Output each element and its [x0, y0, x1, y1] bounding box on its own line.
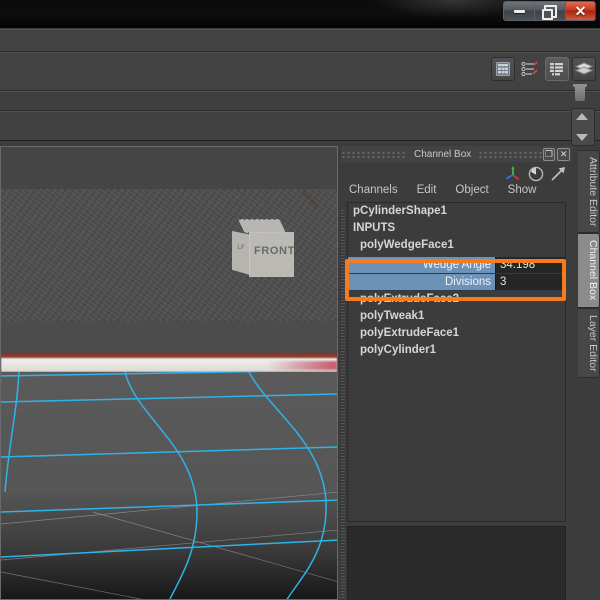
channel-box-lower-area[interactable]	[347, 526, 566, 600]
view-cube-top-face[interactable]	[238, 219, 286, 233]
window-title-bar: ✕	[0, 0, 600, 28]
attribute-editor-icon	[496, 62, 510, 76]
restore-icon	[541, 4, 557, 20]
tab-attribute-editor[interactable]: Attribute Editor	[578, 150, 600, 234]
gauge-icon[interactable]	[528, 166, 544, 182]
axis-gizmo-icon[interactable]	[505, 166, 522, 182]
tool-settings-icon	[521, 61, 538, 77]
channel-box-panel: Channel Box ❐ ✕ Channels Edit Object Sho…	[341, 146, 572, 600]
viewport-top-band	[1, 147, 337, 189]
menu-object[interactable]: Object	[455, 184, 488, 196]
shelf-tab-bar	[0, 91, 600, 111]
layer-editor-toggle[interactable]	[572, 57, 596, 81]
trash-icon[interactable]	[572, 84, 588, 102]
panel-left-scroll-grip[interactable]	[341, 210, 345, 600]
panel-drag-grip-right[interactable]	[478, 150, 543, 158]
close-icon: ✕	[574, 3, 587, 19]
scroll-up-icon[interactable]	[576, 113, 588, 120]
input-node-polycylinder1[interactable]: polyCylinder1	[348, 342, 565, 359]
attribute-editor-toggle[interactable]	[491, 57, 515, 81]
tab-channel-box[interactable]: Channel Box	[578, 233, 600, 308]
minimize-button[interactable]	[503, 1, 534, 21]
highlight-annotation-box	[345, 259, 566, 301]
channel-box-content[interactable]: pCylinderShape1 INPUTS polyWedgeFace1 We…	[347, 202, 566, 522]
input-node-polywedgeface1[interactable]: polyWedgeFace1	[348, 237, 565, 254]
channel-box-title-bar[interactable]: Channel Box ❐ ✕	[341, 146, 572, 162]
view-cube-side-label: LF	[237, 245, 245, 251]
panel-drag-grip-left[interactable]	[341, 150, 407, 158]
channel-box-toggle[interactable]	[545, 57, 569, 81]
panel-toggle-icon-group	[491, 57, 596, 81]
window-controls: ✕	[503, 1, 596, 21]
close-button[interactable]: ✕	[565, 1, 596, 21]
shelf-toolbar	[0, 111, 600, 141]
scroll-down-icon[interactable]	[576, 134, 588, 141]
menu-bar	[0, 29, 600, 52]
channel-box-icon	[550, 63, 563, 76]
shape-node-label[interactable]: pCylinderShape1	[348, 203, 565, 220]
input-node-polytweak1[interactable]: polyTweak1	[348, 308, 565, 325]
mesh-surface	[1, 369, 337, 599]
history-node-list: polyExtrudeFace2 polyTweak1 polyExtrudeF…	[348, 291, 565, 359]
channel-box-header-icons	[505, 166, 566, 182]
trash-body	[575, 87, 585, 101]
view-cube-front-label: FRONT	[254, 245, 295, 257]
restore-button[interactable]	[534, 1, 565, 21]
input-node-polyextrudeface1[interactable]: polyExtrudeFace1	[348, 325, 565, 342]
background-pink-smudge	[267, 361, 337, 370]
float-panel-button[interactable]: ❐	[542, 147, 556, 161]
menu-edit[interactable]: Edit	[417, 184, 437, 196]
minimize-icon	[513, 9, 525, 13]
close-panel-button[interactable]: ✕	[557, 147, 570, 161]
view-cube[interactable]: LF FRONT	[232, 219, 294, 277]
channel-box-menu-bar: Channels Edit Object Show	[349, 184, 536, 196]
view-cube-left-face[interactable]	[232, 231, 250, 275]
tab-layer-editor[interactable]: Layer Editor	[578, 307, 600, 379]
mesh-wireframe	[1, 369, 337, 599]
status-line-toolbar	[0, 52, 600, 91]
channel-box-title: Channel Box	[414, 148, 472, 160]
viewport-panel[interactable]: LF FRONT	[0, 146, 338, 600]
side-tab-strip: Attribute Editor Channel Box Layer Edito…	[578, 150, 600, 379]
menu-show[interactable]: Show	[508, 184, 537, 196]
menu-channels[interactable]: Channels	[349, 184, 398, 196]
inputs-section-label[interactable]: INPUTS	[348, 220, 565, 237]
layer-editor-icon	[575, 62, 593, 75]
arrow-icon[interactable]	[550, 166, 566, 182]
shelf-scroll-arrows[interactable]	[571, 108, 595, 146]
maya-application-window: ✕ LF FRONT Channel Box ❐ ✕ Channels Edit…	[0, 0, 600, 600]
tool-settings-toggle[interactable]	[518, 57, 542, 81]
background-twig	[301, 191, 319, 207]
